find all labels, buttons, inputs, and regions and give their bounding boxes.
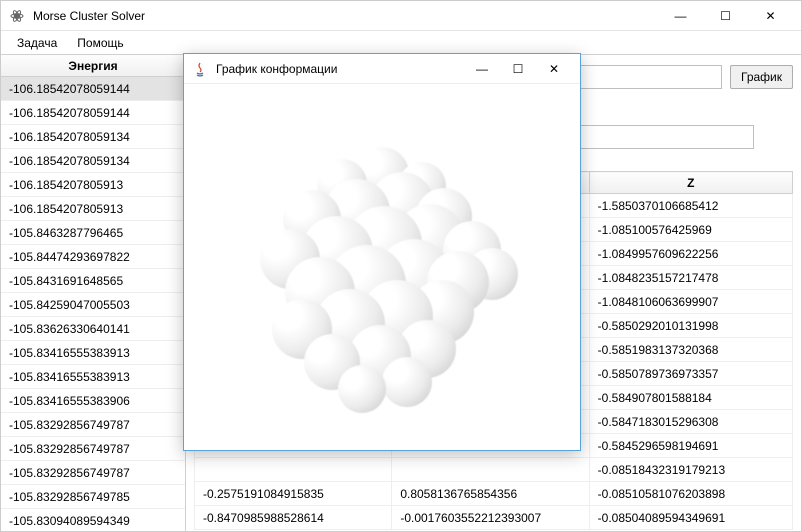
java-icon: [192, 61, 208, 77]
cluster-viz: [232, 124, 532, 424]
energy-row[interactable]: -105.8463287796465: [1, 221, 185, 245]
energy-row[interactable]: -106.18542078059134: [1, 125, 185, 149]
dialog-titlebar: График конформации — ☐ ✕: [184, 54, 580, 84]
cell-z: -1.0848106063699907: [589, 290, 792, 314]
window-title: Morse Cluster Solver: [33, 9, 658, 23]
titlebar: Morse Cluster Solver — ☐ ✕: [1, 1, 801, 31]
energy-row[interactable]: -106.18542078059134: [1, 149, 185, 173]
cell-z: -0.08504089594349691: [589, 506, 792, 530]
cell-z: -1.0849957609622256: [589, 242, 792, 266]
cell-x: -0.8470985988528614: [195, 506, 392, 530]
energy-row[interactable]: -105.84259047005503: [1, 293, 185, 317]
energy-row[interactable]: -105.83292856749787: [1, 461, 185, 485]
energy-row[interactable]: -105.83416555383906: [1, 389, 185, 413]
cell-z: -1.085100576425969: [589, 218, 792, 242]
close-button[interactable]: ✕: [748, 2, 793, 30]
dialog-body[interactable]: [184, 84, 580, 450]
cell-y: [392, 458, 589, 482]
cell-z: -0.5851983137320368: [589, 338, 792, 362]
atom-sphere: [338, 365, 386, 413]
energy-row[interactable]: -106.1854207805913: [1, 173, 185, 197]
dialog-maximize-button[interactable]: ☐: [500, 56, 536, 82]
dialog-close-button[interactable]: ✕: [536, 56, 572, 82]
cell-z: -0.584907801588184: [589, 386, 792, 410]
energy-row[interactable]: -105.8431691648565: [1, 269, 185, 293]
cell-x: -0.2575191084915835: [195, 482, 392, 506]
table-row[interactable]: -0.08518432319179213: [195, 458, 793, 482]
energy-row[interactable]: -105.83292856749785: [1, 485, 185, 509]
app-icon: [9, 8, 25, 24]
graph-button[interactable]: График: [730, 65, 793, 89]
dialog-controls: — ☐ ✕: [464, 56, 572, 82]
cell-z: -0.08510581076203898: [589, 482, 792, 506]
energy-row[interactable]: -105.83292856749787: [1, 437, 185, 461]
cell-y: 0.8058136765854356: [392, 482, 589, 506]
cell-z: -1.5850370106685412: [589, 194, 792, 218]
conformation-dialog: График конформации — ☐ ✕: [183, 53, 581, 451]
cell-y: -0.0017603552212393007: [392, 506, 589, 530]
minimize-button[interactable]: —: [658, 2, 703, 30]
energy-row[interactable]: -105.83292856749787: [1, 413, 185, 437]
energy-row[interactable]: -106.1854207805913: [1, 197, 185, 221]
menu-task[interactable]: Задача: [7, 33, 67, 53]
cell-z: -0.08518432319179213: [589, 458, 792, 482]
dialog-title: График конформации: [216, 62, 464, 76]
menubar: Задача Помощь: [1, 31, 801, 55]
energy-row[interactable]: -106.18542078059144: [1, 77, 185, 101]
energy-header: Энергия: [1, 55, 185, 77]
energy-list[interactable]: -106.18542078059144-106.18542078059144-1…: [1, 77, 185, 531]
table-row[interactable]: -0.8470985988528614-0.001760355221239300…: [195, 506, 793, 530]
cell-z: -0.5850292010131998: [589, 314, 792, 338]
cell-z: -0.5850789736973357: [589, 362, 792, 386]
cell-z: -0.5845296598194691: [589, 434, 792, 458]
maximize-button[interactable]: ☐: [703, 2, 748, 30]
energy-panel: Энергия -106.18542078059144-106.18542078…: [1, 55, 186, 531]
cell-x: [195, 458, 392, 482]
window-controls: — ☐ ✕: [658, 2, 793, 30]
atom-sphere: [382, 357, 432, 407]
energy-row[interactable]: -106.18542078059144: [1, 101, 185, 125]
cell-z: -0.5847183015296308: [589, 410, 792, 434]
energy-row[interactable]: -105.84474293697822: [1, 245, 185, 269]
cell-z: -1.0848235157217478: [589, 266, 792, 290]
col-z[interactable]: Z: [589, 172, 792, 194]
energy-row[interactable]: -105.83416555383913: [1, 365, 185, 389]
menu-help[interactable]: Помощь: [67, 33, 133, 53]
energy-row[interactable]: -105.83626330640141: [1, 317, 185, 341]
energy-row[interactable]: -105.83416555383913: [1, 341, 185, 365]
energy-row[interactable]: -105.83094089594349: [1, 509, 185, 531]
dialog-minimize-button[interactable]: —: [464, 56, 500, 82]
table-row[interactable]: -0.25751910849158350.8058136765854356-0.…: [195, 482, 793, 506]
